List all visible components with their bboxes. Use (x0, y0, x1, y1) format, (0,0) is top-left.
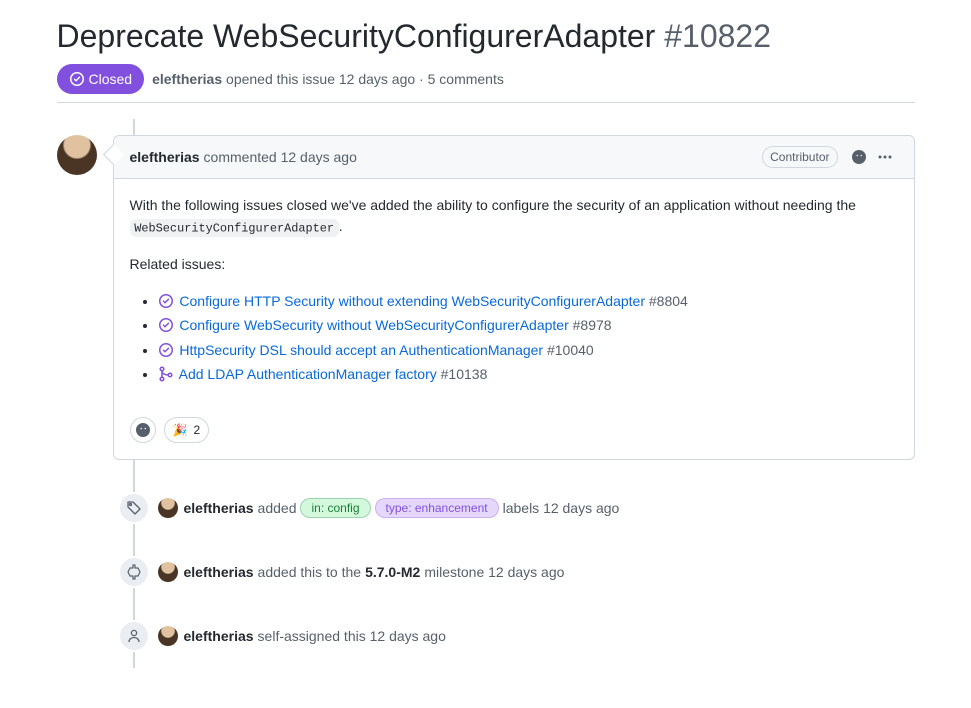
issue-closed-icon (158, 317, 174, 333)
milestone-name[interactable]: 5.7.0-M2 (365, 564, 420, 580)
add-reaction-button[interactable] (130, 417, 156, 443)
body-intro-post: . (339, 218, 343, 234)
related-link[interactable]: Configure WebSecurity without WebSecurit… (179, 317, 568, 333)
issue-opened-text: opened this issue 12 days ago · 5 commen… (226, 71, 504, 87)
event-milestone-suffix: milestone 12 days ago (424, 564, 564, 580)
related-ref: #10040 (547, 342, 594, 358)
avatar[interactable] (158, 626, 178, 646)
label-chip[interactable]: type: enhancement (375, 498, 499, 518)
body-inline-code: WebSecurityConfigurerAdapter (130, 219, 339, 238)
tag-icon (118, 492, 150, 524)
event-author-link[interactable]: eleftherias (184, 564, 254, 580)
avatar[interactable] (57, 135, 97, 175)
list-item: HttpSecurity DSL should accept an Authen… (158, 340, 898, 361)
list-item: Configure WebSecurity without WebSecurit… (158, 315, 898, 336)
event-added-word: added (258, 500, 297, 516)
related-link[interactable]: Configure HTTP Security without extendin… (179, 293, 645, 309)
event-label-suffix: labels 12 days ago (503, 500, 620, 516)
comment-box: eleftherias commented 12 days ago Contri… (113, 135, 915, 460)
issue-closed-icon (158, 293, 174, 309)
issue-meta: eleftherias opened this issue 12 days ag… (152, 71, 504, 87)
issue-title: Deprecate WebSecurityConfigurerAdapter #… (57, 16, 915, 56)
issue-number: #10822 (664, 18, 771, 54)
list-item: Add LDAP AuthenticationManager factory #… (158, 364, 898, 385)
react-icon[interactable] (846, 144, 872, 170)
related-link[interactable]: HttpSecurity DSL should accept an Authen… (179, 342, 543, 358)
comment-time: commented 12 days ago (204, 149, 357, 165)
event-author-link[interactable]: eleftherias (184, 628, 254, 644)
avatar[interactable] (158, 562, 178, 582)
issue-closed-icon (158, 342, 174, 358)
reaction-chip[interactable]: 🎉 2 (164, 417, 210, 443)
event-milestone-pre: added this to the (258, 564, 362, 580)
related-link[interactable]: Add LDAP AuthenticationManager factory (179, 366, 437, 382)
issue-author-link[interactable]: eleftherias (152, 71, 222, 87)
issue-title-text: Deprecate WebSecurityConfigurerAdapter (57, 18, 656, 54)
issue-state-badge: Closed (57, 64, 145, 94)
event-author-link[interactable]: eleftherias (184, 500, 254, 516)
event-assign-text: self-assigned this 12 days ago (258, 628, 446, 644)
closed-check-icon (69, 71, 85, 87)
reaction-count: 2 (193, 423, 200, 437)
comment-body: With the following issues closed we've a… (114, 179, 914, 417)
reaction-emoji: 🎉 (173, 423, 188, 437)
comment-author-link[interactable]: eleftherias (130, 149, 200, 165)
git-merge-icon (158, 366, 174, 382)
issue-state-text: Closed (89, 69, 133, 89)
list-item: Configure HTTP Security without extendin… (158, 291, 898, 312)
person-icon (118, 620, 150, 652)
milestone-icon (118, 556, 150, 588)
kebab-icon[interactable] (872, 144, 898, 170)
label-chip[interactable]: in: config (300, 498, 370, 518)
related-ref: #8804 (649, 293, 688, 309)
association-badge: Contributor (762, 146, 837, 168)
related-ref: #10138 (441, 366, 488, 382)
related-issues-list: Configure HTTP Security without extendin… (130, 291, 898, 386)
related-heading: Related issues: (130, 254, 898, 275)
body-intro-pre: With the following issues closed we've a… (130, 197, 856, 213)
avatar[interactable] (158, 498, 178, 518)
related-ref: #8978 (573, 317, 612, 333)
